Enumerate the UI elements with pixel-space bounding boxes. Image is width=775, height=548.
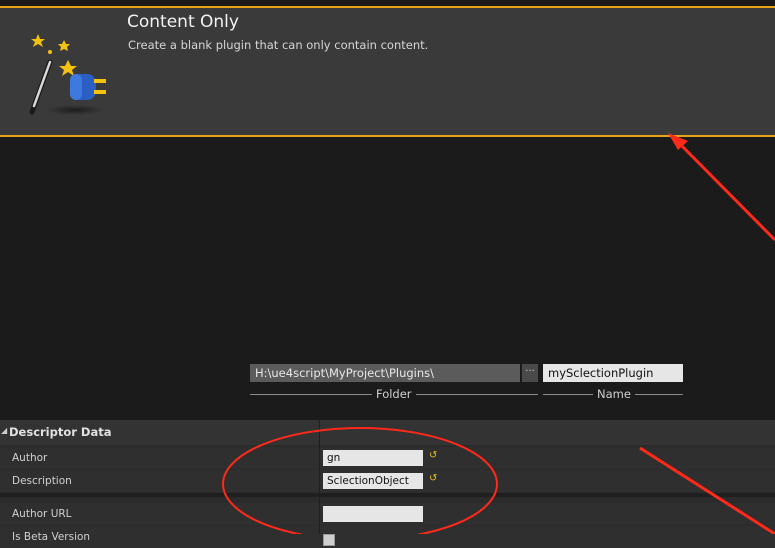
description-label: Description	[12, 475, 72, 487]
collapse-arrow-icon[interactable]: ◢	[1, 426, 7, 435]
name-caption-label: Name	[593, 387, 635, 401]
author-url-input[interactable]	[323, 506, 423, 522]
folder-caption: Folder	[250, 387, 538, 401]
template-card-content-only[interactable]: Content Only Create a blank plugin that …	[0, 6, 775, 137]
descriptor-header[interactable]: ◢ Descriptor Data	[0, 420, 775, 445]
magic-wand-plug-icon	[29, 34, 106, 115]
folder-caption-label: Folder	[372, 387, 416, 401]
reset-to-default-icon[interactable]: ↺	[429, 450, 437, 461]
prop-row-author: Author gn ↺	[0, 447, 775, 469]
author-label: Author	[12, 452, 48, 464]
name-caption: Name	[543, 387, 683, 401]
description-input[interactable]: SclectionObject	[323, 473, 423, 489]
prop-row-author-url: Author URL	[0, 503, 775, 525]
browse-folder-button[interactable]: ···	[522, 364, 538, 382]
plugin-name-input[interactable]: mySclectionPlugin	[543, 364, 683, 382]
is-beta-checkbox[interactable]	[323, 534, 335, 546]
column-divider	[319, 420, 320, 534]
annotation-arrow-line	[676, 140, 775, 242]
group-divider	[0, 493, 775, 497]
descriptor-panel: ◢ Descriptor Data Author gn ↺ Descriptio…	[0, 420, 775, 548]
author-url-label: Author URL	[12, 508, 72, 520]
author-input[interactable]: gn	[323, 450, 423, 466]
reset-to-default-icon[interactable]: ↺	[429, 473, 437, 484]
template-title: Content Only	[127, 12, 239, 32]
descriptor-header-label: Descriptor Data	[9, 425, 112, 439]
template-description: Create a blank plugin that can only cont…	[128, 38, 429, 52]
prop-row-is-beta: Is Beta Version	[0, 526, 775, 548]
is-beta-label: Is Beta Version	[12, 531, 91, 543]
folder-path-input[interactable]: H:\ue4script\MyProject\Plugins\	[250, 364, 520, 382]
prop-row-description: Description SclectionObject ↺	[0, 470, 775, 492]
